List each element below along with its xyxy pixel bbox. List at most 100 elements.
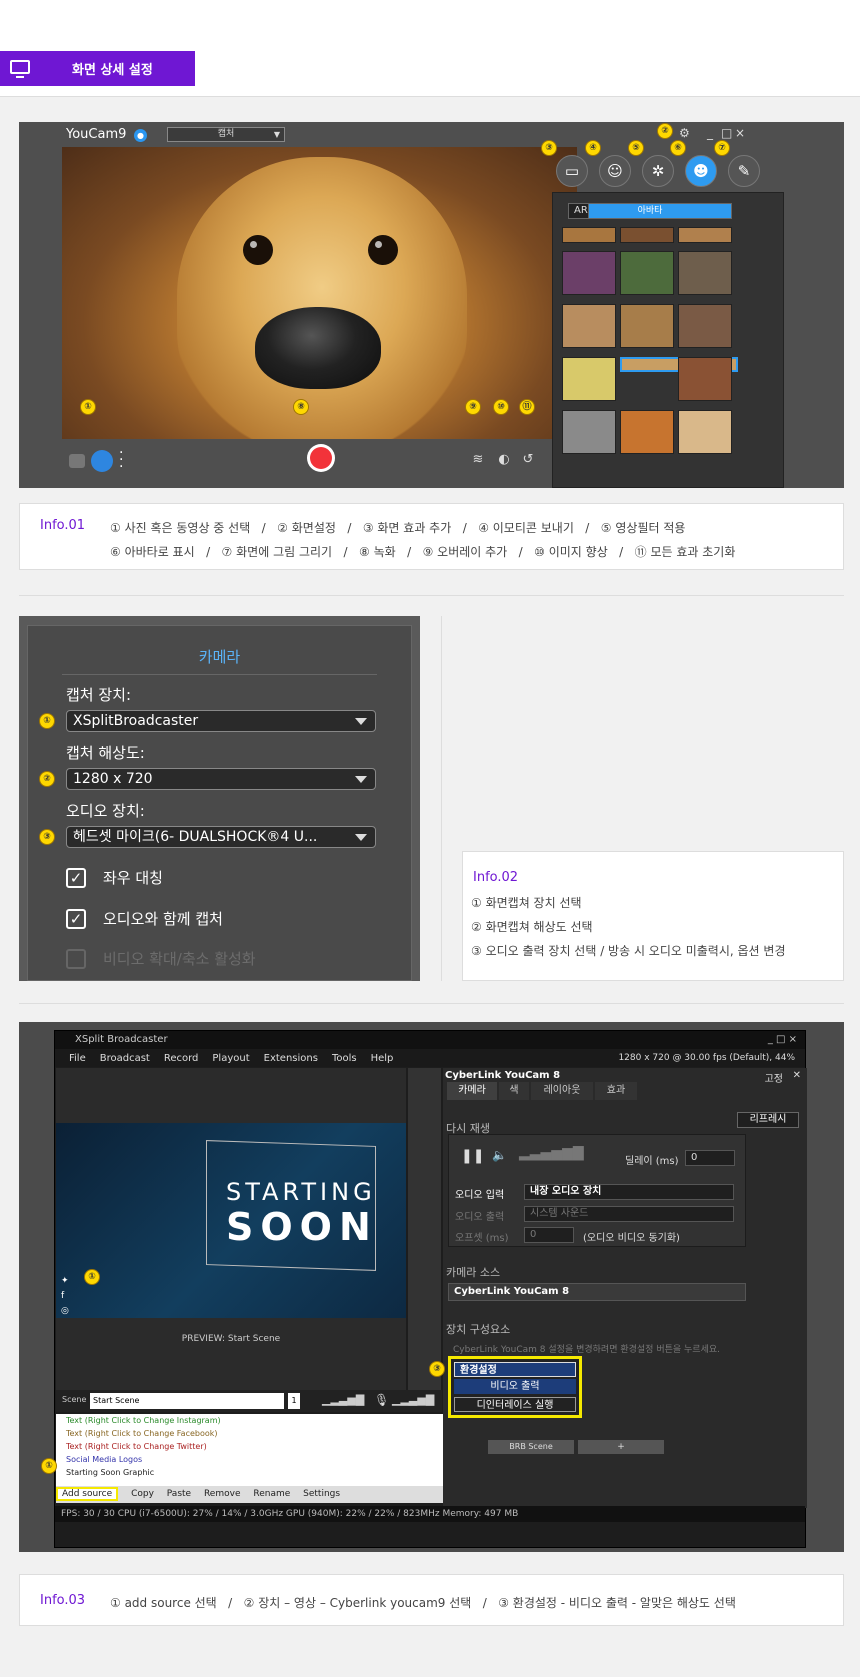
avatar-item[interactable] (678, 410, 732, 454)
source-item[interactable]: Text (Right Click to Change Instagram) (66, 1414, 476, 1427)
reset-icon[interactable]: ↺ (519, 451, 537, 469)
mirror-checkbox[interactable]: ✓ (66, 868, 86, 888)
offset-input[interactable]: 0 (524, 1227, 574, 1243)
zoom-checkbox[interactable] (66, 949, 86, 969)
avatar-item[interactable] (620, 410, 674, 454)
capture-device-select[interactable]: XSplitBroadcaster (66, 710, 376, 732)
avatar-item[interactable] (562, 410, 616, 454)
photo-mode-icon[interactable] (69, 454, 85, 468)
more-icon[interactable]: · · · (119, 446, 123, 474)
camera-source-select[interactable]: CyberLink YouCam 8 (448, 1283, 746, 1301)
audio-device-select[interactable]: 헤드셋 마이크(6- DUALSHOCK®4 U... (66, 826, 376, 848)
rename-button[interactable]: Rename (253, 1489, 290, 1499)
scene-input[interactable]: Start Scene (90, 1393, 284, 1409)
effect-icon[interactable]: ▭ (556, 155, 588, 187)
audio-in-select[interactable]: 내장 오디오 장치 (524, 1184, 734, 1200)
info-box-2: Info.02 ① 화면캡쳐 장치 선택 ② 화면캡쳐 해상도 선택 ③ 오디오… (462, 851, 844, 981)
record-button[interactable] (307, 444, 335, 472)
badge-1: ① (41, 1458, 57, 1474)
dog-nose (255, 307, 381, 389)
source-item[interactable]: Text (Right Click to Change Twitter) (66, 1440, 476, 1453)
pin-icon[interactable]: ✕ (793, 1070, 801, 1081)
panel-title: CyberLink YouCam 8 (445, 1070, 561, 1081)
pin-label[interactable]: 고정 (765, 1070, 783, 1085)
deinterlace-item[interactable]: 디인터레이스 실행 (454, 1397, 576, 1412)
tab-effect[interactable]: 효과 (595, 1082, 637, 1100)
settings-button[interactable]: 환경설정 (454, 1362, 576, 1377)
settings-highlight: 환경설정 비디오 출력 디인터레이스 실행 (448, 1356, 582, 1418)
copy-button[interactable]: Copy (131, 1489, 154, 1499)
filter-icon[interactable]: ✲ (642, 155, 674, 187)
source-item[interactable]: Text (Right Click to Change Facebook) (66, 1427, 476, 1440)
menu-file[interactable]: File (69, 1053, 86, 1064)
avatar-item[interactable] (562, 357, 616, 401)
menu-record[interactable]: Record (164, 1053, 199, 1064)
app-title: YouCam9 (66, 127, 127, 142)
bell-icon[interactable]: ● (134, 129, 147, 142)
tab-ar[interactable]: AR (568, 203, 589, 219)
emoji-icon[interactable]: ☺ (599, 155, 631, 187)
enhance-icon[interactable]: ◐ (495, 451, 513, 469)
menu-playout[interactable]: Playout (212, 1053, 249, 1064)
tab-layout[interactable]: 레이아웃 (531, 1082, 593, 1100)
avatar-item[interactable] (562, 251, 616, 295)
minimize-icon[interactable]: _ (707, 126, 713, 140)
starting-soon-graphic: STARTING SOON ✦ f ◎ (56, 1123, 406, 1318)
video-output-item[interactable]: 비디오 출력 (454, 1379, 576, 1394)
info-tag: Info.01 (40, 518, 86, 533)
tab-camera[interactable]: 카메라 (447, 1082, 497, 1100)
camera-settings-panel: 카메라 캡처 장치: XSplitBroadcaster 캡처 해상도: 128… (27, 625, 412, 981)
source-item[interactable]: Starting Soon Graphic (66, 1466, 476, 1479)
settings-button[interactable]: Settings (303, 1489, 340, 1499)
window-controls-icon[interactable]: _ □ × (768, 1031, 797, 1049)
avatar-item[interactable] (620, 304, 674, 348)
close-icon[interactable]: × (735, 126, 745, 140)
add-scene-button[interactable]: + (578, 1440, 664, 1454)
add-source-button[interactable]: Add source (56, 1487, 119, 1501)
avatar-item[interactable] (562, 304, 616, 348)
pause-icon[interactable]: ❚❚ (461, 1148, 484, 1164)
avatar-icon[interactable]: ☻ (685, 155, 717, 187)
resolution-info[interactable]: 1280 x 720 @ 30.00 fps (Default), 44% (618, 1053, 795, 1063)
delay-input[interactable]: 0 (685, 1150, 735, 1166)
resolution-select[interactable]: 1280 x 720 (66, 768, 376, 790)
xsplit-window: XSplit Broadcaster _ □ × File Broadcast … (41, 1030, 807, 1548)
menu-extensions[interactable]: Extensions (264, 1053, 318, 1064)
maximize-icon[interactable]: □ (721, 126, 732, 140)
menu-tools[interactable]: Tools (332, 1053, 357, 1064)
badge-5: ⑤ (628, 140, 644, 156)
camera-source-label: 카메라 소스 (446, 1266, 501, 1279)
info-line: ③ 오디오 출력 장치 선택 / 방송 시 오디오 미출력시, 옵션 변경 (471, 944, 786, 958)
menu-broadcast[interactable]: Broadcast (100, 1053, 150, 1064)
mic-icon[interactable]: 🎙 (374, 1393, 389, 1407)
draw-icon[interactable]: ✎ (728, 155, 760, 187)
mode-select[interactable]: 캡처 (167, 127, 285, 142)
speaker-icon[interactable]: 🔈 (492, 1148, 507, 1162)
avatar-item[interactable] (678, 227, 732, 243)
volume-meter-icon: ▂▃▄▅▆▇ (519, 1145, 584, 1161)
audio-out-select[interactable]: 시스템 사운드 (524, 1206, 734, 1222)
layers-icon[interactable]: ≋ (469, 451, 487, 469)
badge-11: ⑪ (519, 399, 535, 415)
tab-avatar[interactable]: 아바타 (568, 203, 732, 219)
avatar-item[interactable] (678, 304, 732, 348)
avatar-item[interactable] (620, 227, 674, 243)
avatar-item[interactable] (678, 251, 732, 295)
gear-icon[interactable]: ⚙ (679, 126, 690, 140)
menu-help[interactable]: Help (371, 1053, 394, 1064)
avatar-panel: 아바타 AR (552, 192, 784, 488)
badge-4: ④ (585, 140, 601, 156)
refresh-button[interactable]: 리프레시 (737, 1112, 799, 1128)
source-item[interactable]: Social Media Logos (66, 1453, 476, 1466)
paste-button[interactable]: Paste (167, 1489, 191, 1499)
scene-number[interactable]: 1 (288, 1393, 300, 1409)
video-mode-icon[interactable] (91, 450, 113, 472)
brb-scene-button[interactable]: BRB Scene (488, 1440, 574, 1454)
audio-capture-checkbox[interactable]: ✓ (66, 909, 86, 929)
remove-button[interactable]: Remove (204, 1489, 241, 1499)
avatar-item[interactable] (620, 251, 674, 295)
avatar-item[interactable] (562, 227, 616, 243)
tab-color[interactable]: 색 (499, 1082, 529, 1100)
avatar-item[interactable] (678, 357, 732, 401)
dog-eye (368, 235, 398, 265)
